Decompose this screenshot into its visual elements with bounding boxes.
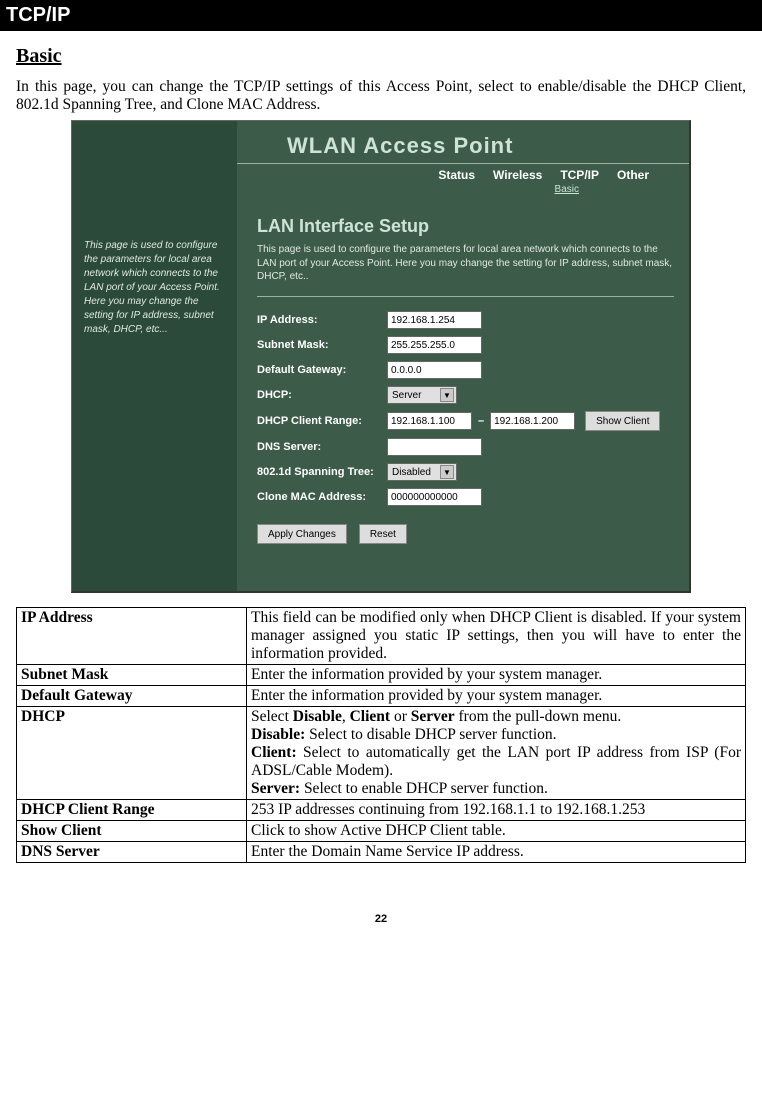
term-ip: IP Address xyxy=(17,608,247,665)
row-subnet: Subnet Mask: xyxy=(257,336,674,354)
row-dns: DNS Server: xyxy=(257,438,674,456)
row-gateway: Default Gateway: xyxy=(257,361,674,379)
input-gateway[interactable] xyxy=(387,361,482,379)
ap-action-row: Apply Changes Reset xyxy=(257,524,674,544)
row-dhcp-range: DHCP Client Range: – Show Client xyxy=(257,411,674,431)
reset-button[interactable]: Reset xyxy=(359,524,407,544)
term-dns: DNS Server xyxy=(17,842,247,863)
input-dns[interactable] xyxy=(387,438,482,456)
desc-gateway: Enter the information provided by your s… xyxy=(247,686,746,707)
select-spanning[interactable]: Disabled ▼ xyxy=(387,463,457,481)
ap-sidebar-help: This page is used to configure the param… xyxy=(84,239,225,337)
nav-sub-basic[interactable]: Basic xyxy=(555,184,579,195)
term-dhcp: DHCP xyxy=(17,707,247,800)
select-dhcp[interactable]: Server ▼ xyxy=(387,386,457,404)
label-subnet: Subnet Mask: xyxy=(257,339,387,351)
label-ip: IP Address: xyxy=(257,314,387,326)
page-header: TCP/IP xyxy=(0,0,762,31)
nav-status[interactable]: Status xyxy=(438,168,475,182)
ap-screenshot: This page is used to configure the param… xyxy=(71,120,691,593)
ap-brand-title: WLAN Access Point xyxy=(287,133,513,159)
desc-subnet: Enter the information provided by your s… xyxy=(247,665,746,686)
term-gateway: Default Gateway xyxy=(17,686,247,707)
ap-panel-desc: This page is used to configure the param… xyxy=(257,243,674,284)
table-row: Subnet Mask Enter the information provid… xyxy=(17,665,746,686)
label-spanning: 802.1d Spanning Tree: xyxy=(257,466,387,478)
label-dhcp: DHCP: xyxy=(257,389,387,401)
select-dhcp-value: Server xyxy=(392,390,421,401)
nav-other[interactable]: Other xyxy=(617,168,649,182)
select-spanning-value: Disabled xyxy=(392,467,431,478)
input-range-start[interactable] xyxy=(387,412,472,430)
ap-form: IP Address: Subnet Mask: Default Gateway… xyxy=(257,311,674,544)
table-row: Show Client Click to show Active DHCP Cl… xyxy=(17,821,746,842)
row-clone-mac: Clone MAC Address: xyxy=(257,488,674,506)
desc-dns: Enter the Domain Name Service IP address… xyxy=(247,842,746,863)
table-row: Default Gateway Enter the information pr… xyxy=(17,686,746,707)
label-clone-mac: Clone MAC Address: xyxy=(257,491,387,503)
label-dns: DNS Server: xyxy=(257,441,387,453)
intro-text: In this page, you can change the TCP/IP … xyxy=(16,78,746,114)
row-ip: IP Address: xyxy=(257,311,674,329)
input-range-end[interactable] xyxy=(490,412,575,430)
term-show-client: Show Client xyxy=(17,821,247,842)
show-client-button[interactable]: Show Client xyxy=(585,411,660,431)
input-clone-mac[interactable] xyxy=(387,488,482,506)
apply-button[interactable]: Apply Changes xyxy=(257,524,347,544)
content-wrapper: Basic In this page, you can change the T… xyxy=(0,31,762,863)
table-row: DHCP Client Range 253 IP addresses conti… xyxy=(17,800,746,821)
nav-wireless[interactable]: Wireless xyxy=(493,168,542,182)
range-dash: – xyxy=(478,415,484,427)
desc-show-client: Click to show Active DHCP Client table. xyxy=(247,821,746,842)
desc-ip: This field can be modified only when DHC… xyxy=(247,608,746,665)
chevron-down-icon: ▼ xyxy=(440,388,454,402)
definitions-table: IP Address This field can be modified on… xyxy=(16,607,746,863)
nav-tcpip[interactable]: TCP/IP xyxy=(560,168,599,182)
ap-main-panel: WLAN Access Point Status Wireless TCP/IP… xyxy=(237,121,689,591)
term-dhcp-range: DHCP Client Range xyxy=(17,800,247,821)
ap-divider xyxy=(257,296,674,297)
page-number: 22 xyxy=(0,863,762,939)
table-row: IP Address This field can be modified on… xyxy=(17,608,746,665)
desc-dhcp-range: 253 IP addresses continuing from 192.168… xyxy=(247,800,746,821)
row-spanning: 802.1d Spanning Tree: Disabled ▼ xyxy=(257,463,674,481)
chevron-down-icon: ▼ xyxy=(440,465,454,479)
ap-sidebar: This page is used to configure the param… xyxy=(72,121,237,591)
table-row: DNS Server Enter the Domain Name Service… xyxy=(17,842,746,863)
label-dhcp-range: DHCP Client Range: xyxy=(257,415,387,427)
input-ip[interactable] xyxy=(387,311,482,329)
desc-dhcp: Select Disable, Client or Server from th… xyxy=(247,707,746,800)
label-gateway: Default Gateway: xyxy=(257,364,387,376)
term-subnet: Subnet Mask xyxy=(17,665,247,686)
ap-nav: Status Wireless TCP/IP Other Basic xyxy=(237,163,689,182)
input-subnet[interactable] xyxy=(387,336,482,354)
section-title: Basic xyxy=(16,45,746,68)
table-row: DHCP Select Disable, Client or Server fr… xyxy=(17,707,746,800)
ap-panel-title: LAN Interface Setup xyxy=(257,216,429,237)
row-dhcp: DHCP: Server ▼ xyxy=(257,386,674,404)
